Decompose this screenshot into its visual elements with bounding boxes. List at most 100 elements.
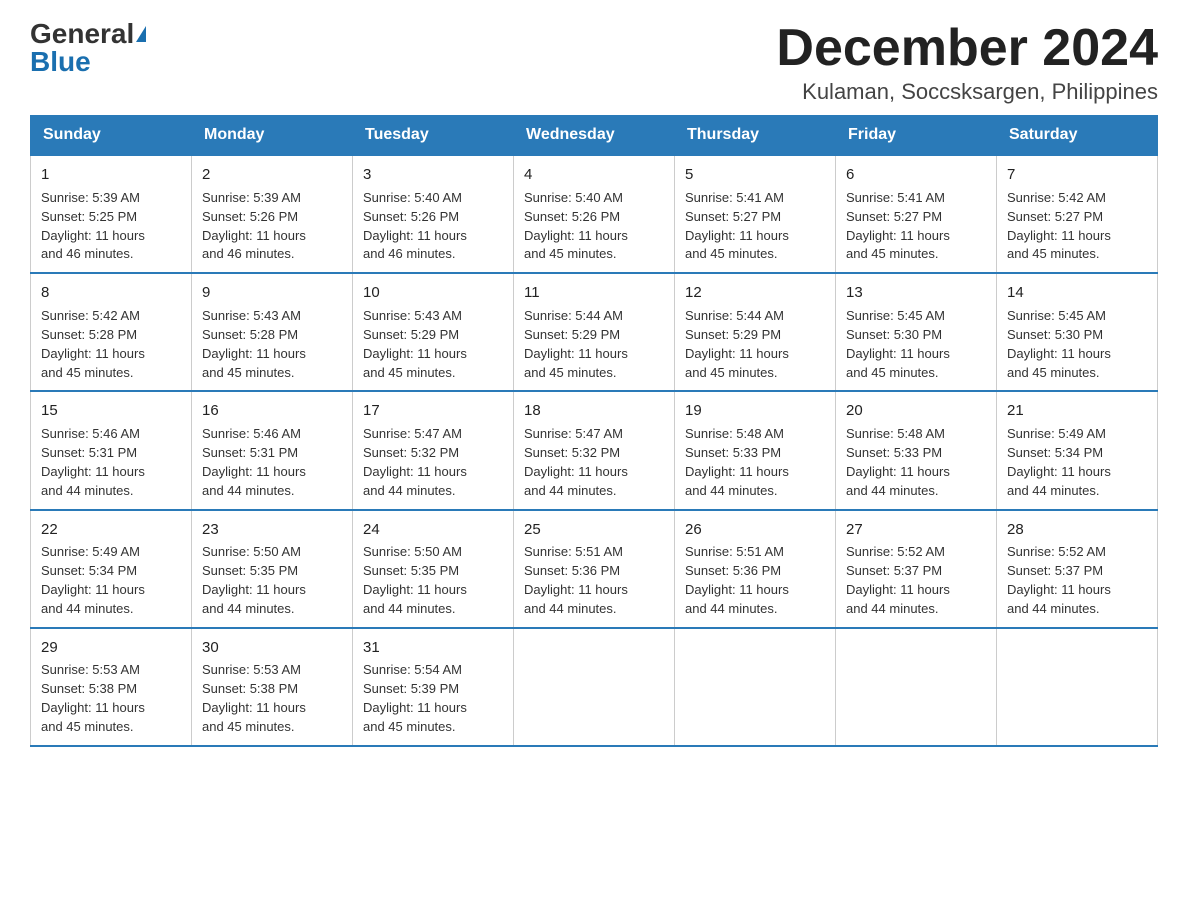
day-info: Sunrise: 5:50 AM Sunset: 5:35 PM Dayligh… [363,543,503,618]
location-title: Kulaman, Soccsksargen, Philippines [776,79,1158,105]
day-info: Sunrise: 5:51 AM Sunset: 5:36 PM Dayligh… [685,543,825,618]
header-saturday: Saturday [997,116,1158,156]
day-number: 5 [685,164,825,186]
table-row: 14 Sunrise: 5:45 AM Sunset: 5:30 PM Dayl… [997,273,1158,391]
day-info: Sunrise: 5:39 AM Sunset: 5:26 PM Dayligh… [202,189,342,264]
day-info: Sunrise: 5:45 AM Sunset: 5:30 PM Dayligh… [1007,307,1147,382]
table-row [675,628,836,746]
day-number: 26 [685,519,825,541]
table-row: 29 Sunrise: 5:53 AM Sunset: 5:38 PM Dayl… [31,628,192,746]
day-info: Sunrise: 5:50 AM Sunset: 5:35 PM Dayligh… [202,543,342,618]
day-info: Sunrise: 5:48 AM Sunset: 5:33 PM Dayligh… [685,425,825,500]
calendar-week-row: 22 Sunrise: 5:49 AM Sunset: 5:34 PM Dayl… [31,510,1158,628]
calendar-week-row: 29 Sunrise: 5:53 AM Sunset: 5:38 PM Dayl… [31,628,1158,746]
day-info: Sunrise: 5:53 AM Sunset: 5:38 PM Dayligh… [41,661,181,736]
table-row: 28 Sunrise: 5:52 AM Sunset: 5:37 PM Dayl… [997,510,1158,628]
table-row: 17 Sunrise: 5:47 AM Sunset: 5:32 PM Dayl… [353,391,514,509]
header-thursday: Thursday [675,116,836,156]
day-number: 19 [685,400,825,422]
day-number: 8 [41,282,181,304]
day-number: 9 [202,282,342,304]
day-info: Sunrise: 5:53 AM Sunset: 5:38 PM Dayligh… [202,661,342,736]
table-row: 5 Sunrise: 5:41 AM Sunset: 5:27 PM Dayli… [675,155,836,273]
day-number: 1 [41,164,181,186]
day-info: Sunrise: 5:41 AM Sunset: 5:27 PM Dayligh… [685,189,825,264]
table-row: 27 Sunrise: 5:52 AM Sunset: 5:37 PM Dayl… [836,510,997,628]
title-section: December 2024 Kulaman, Soccsksargen, Phi… [776,20,1158,105]
table-row: 3 Sunrise: 5:40 AM Sunset: 5:26 PM Dayli… [353,155,514,273]
table-row: 20 Sunrise: 5:48 AM Sunset: 5:33 PM Dayl… [836,391,997,509]
table-row: 9 Sunrise: 5:43 AM Sunset: 5:28 PM Dayli… [192,273,353,391]
day-info: Sunrise: 5:51 AM Sunset: 5:36 PM Dayligh… [524,543,664,618]
day-info: Sunrise: 5:40 AM Sunset: 5:26 PM Dayligh… [524,189,664,264]
logo-triangle-icon [136,26,146,42]
table-row: 30 Sunrise: 5:53 AM Sunset: 5:38 PM Dayl… [192,628,353,746]
day-info: Sunrise: 5:47 AM Sunset: 5:32 PM Dayligh… [524,425,664,500]
day-number: 14 [1007,282,1147,304]
day-info: Sunrise: 5:40 AM Sunset: 5:26 PM Dayligh… [363,189,503,264]
day-info: Sunrise: 5:42 AM Sunset: 5:27 PM Dayligh… [1007,189,1147,264]
table-row: 10 Sunrise: 5:43 AM Sunset: 5:29 PM Dayl… [353,273,514,391]
day-number: 18 [524,400,664,422]
day-number: 6 [846,164,986,186]
calendar-week-row: 8 Sunrise: 5:42 AM Sunset: 5:28 PM Dayli… [31,273,1158,391]
header-friday: Friday [836,116,997,156]
day-number: 12 [685,282,825,304]
header-monday: Monday [192,116,353,156]
day-info: Sunrise: 5:41 AM Sunset: 5:27 PM Dayligh… [846,189,986,264]
day-number: 13 [846,282,986,304]
table-row: 11 Sunrise: 5:44 AM Sunset: 5:29 PM Dayl… [514,273,675,391]
header-tuesday: Tuesday [353,116,514,156]
day-info: Sunrise: 5:52 AM Sunset: 5:37 PM Dayligh… [1007,543,1147,618]
day-number: 17 [363,400,503,422]
day-number: 10 [363,282,503,304]
table-row [997,628,1158,746]
table-row: 21 Sunrise: 5:49 AM Sunset: 5:34 PM Dayl… [997,391,1158,509]
day-number: 15 [41,400,181,422]
table-row: 2 Sunrise: 5:39 AM Sunset: 5:26 PM Dayli… [192,155,353,273]
table-row: 23 Sunrise: 5:50 AM Sunset: 5:35 PM Dayl… [192,510,353,628]
table-row: 12 Sunrise: 5:44 AM Sunset: 5:29 PM Dayl… [675,273,836,391]
day-info: Sunrise: 5:43 AM Sunset: 5:29 PM Dayligh… [363,307,503,382]
day-info: Sunrise: 5:46 AM Sunset: 5:31 PM Dayligh… [41,425,181,500]
day-number: 16 [202,400,342,422]
day-info: Sunrise: 5:47 AM Sunset: 5:32 PM Dayligh… [363,425,503,500]
day-info: Sunrise: 5:48 AM Sunset: 5:33 PM Dayligh… [846,425,986,500]
day-info: Sunrise: 5:49 AM Sunset: 5:34 PM Dayligh… [1007,425,1147,500]
calendar-week-row: 15 Sunrise: 5:46 AM Sunset: 5:31 PM Dayl… [31,391,1158,509]
day-number: 4 [524,164,664,186]
day-number: 28 [1007,519,1147,541]
day-number: 29 [41,637,181,659]
day-info: Sunrise: 5:45 AM Sunset: 5:30 PM Dayligh… [846,307,986,382]
header-sunday: Sunday [31,116,192,156]
day-number: 11 [524,282,664,304]
day-info: Sunrise: 5:39 AM Sunset: 5:25 PM Dayligh… [41,189,181,264]
table-row: 26 Sunrise: 5:51 AM Sunset: 5:36 PM Dayl… [675,510,836,628]
table-row: 8 Sunrise: 5:42 AM Sunset: 5:28 PM Dayli… [31,273,192,391]
day-info: Sunrise: 5:46 AM Sunset: 5:31 PM Dayligh… [202,425,342,500]
day-info: Sunrise: 5:42 AM Sunset: 5:28 PM Dayligh… [41,307,181,382]
logo-blue-text: Blue [30,48,91,76]
calendar-table: Sunday Monday Tuesday Wednesday Thursday… [30,115,1158,747]
table-row: 7 Sunrise: 5:42 AM Sunset: 5:27 PM Dayli… [997,155,1158,273]
day-info: Sunrise: 5:44 AM Sunset: 5:29 PM Dayligh… [685,307,825,382]
table-row: 4 Sunrise: 5:40 AM Sunset: 5:26 PM Dayli… [514,155,675,273]
day-number: 21 [1007,400,1147,422]
table-row: 24 Sunrise: 5:50 AM Sunset: 5:35 PM Dayl… [353,510,514,628]
logo-general-text: General [30,20,134,48]
table-row [514,628,675,746]
calendar-week-row: 1 Sunrise: 5:39 AM Sunset: 5:25 PM Dayli… [31,155,1158,273]
day-number: 22 [41,519,181,541]
day-number: 2 [202,164,342,186]
day-number: 31 [363,637,503,659]
table-row: 1 Sunrise: 5:39 AM Sunset: 5:25 PM Dayli… [31,155,192,273]
logo: General Blue [30,20,146,76]
table-row: 22 Sunrise: 5:49 AM Sunset: 5:34 PM Dayl… [31,510,192,628]
weekday-header-row: Sunday Monday Tuesday Wednesday Thursday… [31,116,1158,156]
table-row: 31 Sunrise: 5:54 AM Sunset: 5:39 PM Dayl… [353,628,514,746]
table-row: 18 Sunrise: 5:47 AM Sunset: 5:32 PM Dayl… [514,391,675,509]
page-header: General Blue December 2024 Kulaman, Socc… [30,20,1158,105]
day-number: 3 [363,164,503,186]
table-row: 19 Sunrise: 5:48 AM Sunset: 5:33 PM Dayl… [675,391,836,509]
day-info: Sunrise: 5:54 AM Sunset: 5:39 PM Dayligh… [363,661,503,736]
